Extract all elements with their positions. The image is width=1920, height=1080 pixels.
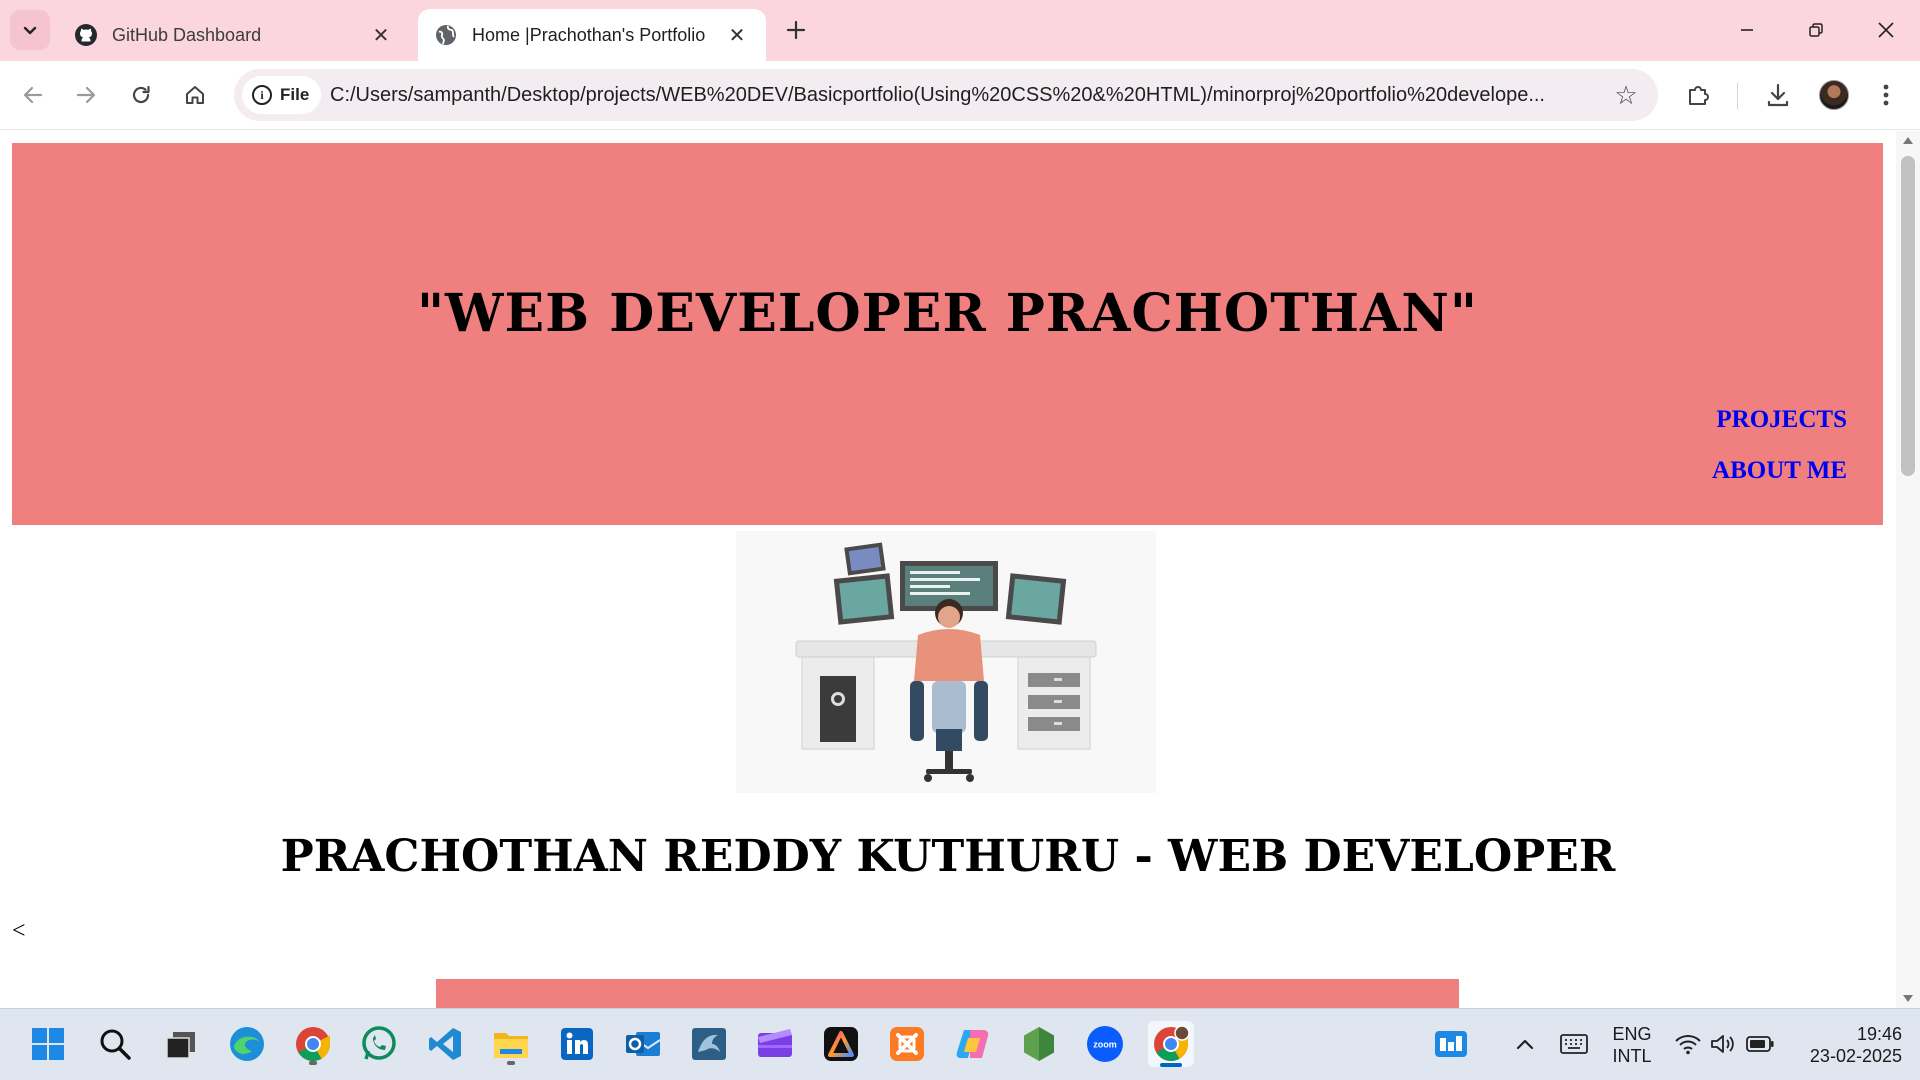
vscode-icon[interactable] <box>422 1021 468 1067</box>
arrow-right-icon <box>76 86 96 104</box>
extensions-button[interactable] <box>1677 73 1721 117</box>
nav-link-about-me[interactable]: ABOUT ME <box>1712 457 1847 485</box>
xampp-icon[interactable] <box>884 1021 930 1067</box>
chevron-down-icon <box>23 26 37 35</box>
bookmark-star-icon[interactable]: ☆ <box>1612 80 1640 110</box>
url-text[interactable]: C:/Users/sampanth/Desktop/projects/WEB%2… <box>330 69 1600 121</box>
page-viewport: "WEB DEVELOPER PRACHOTHAN" PROJECTS ABOU… <box>0 131 1896 1008</box>
windows-start-icon[interactable] <box>25 1021 71 1067</box>
tab-github-dashboard[interactable]: GitHub Dashboard ✕ <box>58 9 410 61</box>
restore-button[interactable] <box>1794 8 1838 52</box>
page-title: "WEB DEVELOPER PRACHOTHAN" <box>416 283 1479 344</box>
battery-icon[interactable] <box>1737 1021 1783 1067</box>
info-icon: i <box>252 85 272 105</box>
toolbar-divider <box>1737 83 1738 109</box>
browser-menu-button[interactable] <box>1864 73 1908 117</box>
copilot-icon[interactable] <box>950 1021 996 1067</box>
keyboard-icon[interactable] <box>1551 1021 1597 1067</box>
forward-button[interactable] <box>64 73 108 117</box>
windows-taskbar: zoom ENG INTL 19:46 23-02-2025 <box>0 1008 1920 1080</box>
outlook-icon[interactable] <box>620 1021 666 1067</box>
tab-search-button[interactable] <box>10 10 50 50</box>
globe-icon <box>434 23 458 47</box>
mysql-workbench-icon[interactable] <box>686 1021 732 1067</box>
scroll-up-icon[interactable] <box>1903 137 1913 144</box>
input-language-indicator[interactable]: ENG INTL <box>1606 1023 1658 1067</box>
back-button[interactable] <box>11 73 55 117</box>
zoom-label: zoom <box>1093 1040 1117 1050</box>
reload-button[interactable] <box>119 73 163 117</box>
system-clock[interactable]: 19:46 23-02-2025 <box>1790 1023 1902 1067</box>
search-icon[interactable] <box>92 1021 138 1067</box>
close-icon[interactable]: ✕ <box>724 22 750 48</box>
download-icon <box>1767 83 1789 107</box>
widgets-icon[interactable] <box>1428 1021 1474 1067</box>
keyboard-layout: INTL <box>1612 1046 1652 1066</box>
minimize-icon <box>1741 29 1753 31</box>
clipchamp-icon[interactable] <box>752 1021 798 1067</box>
stray-text: < <box>12 918 26 944</box>
reload-icon <box>132 85 150 104</box>
nav-link-projects[interactable]: PROJECTS <box>1716 406 1847 434</box>
nodejs-icon[interactable] <box>1016 1021 1062 1067</box>
tab-portfolio-home[interactable]: Home |Prachothan's Portfolio ✕ <box>418 9 766 61</box>
arrow-left-icon <box>23 86 43 104</box>
language-code: ENG <box>1612 1024 1652 1044</box>
plus-icon <box>786 20 806 40</box>
chrome-profile-icon[interactable] <box>1148 1021 1194 1067</box>
address-bar[interactable]: i File C:/Users/sampanth/Desktop/project… <box>234 69 1658 121</box>
home-icon <box>186 86 204 104</box>
scroll-down-icon[interactable] <box>1903 995 1913 1002</box>
new-tab-button[interactable] <box>780 14 812 46</box>
site-chip-label: File <box>280 85 310 104</box>
clock-time: 19:46 <box>1856 1024 1902 1044</box>
close-window-button[interactable] <box>1864 8 1908 52</box>
zoom-icon[interactable]: zoom <box>1082 1021 1128 1067</box>
edge-icon[interactable] <box>224 1021 270 1067</box>
chevron-up-icon[interactable] <box>1502 1021 1548 1067</box>
whatsapp-icon[interactable] <box>356 1021 402 1067</box>
task-view-icon[interactable] <box>158 1021 204 1067</box>
tab-title: Home |Prachothan's Portfolio <box>472 24 706 45</box>
developer-illustration <box>736 531 1156 793</box>
file-explorer-icon[interactable] <box>488 1021 534 1067</box>
more-vert-icon <box>1883 84 1889 106</box>
scrollbar-thumb[interactable] <box>1901 156 1915 476</box>
chrome-icon[interactable] <box>290 1021 336 1067</box>
running-indicator <box>309 1061 317 1065</box>
section-heading: PRACHOTHAN REDDY KUTHURU - WEB DEVELOPER <box>280 831 1616 882</box>
active-indicator <box>1160 1063 1182 1067</box>
minimize-button[interactable] <box>1725 8 1769 52</box>
adobe-express-icon[interactable] <box>818 1021 864 1067</box>
github-icon <box>74 23 98 47</box>
close-icon[interactable]: ✕ <box>368 22 394 48</box>
vertical-scrollbar[interactable] <box>1896 131 1920 1008</box>
clock-date: 23-02-2025 <box>1809 1046 1902 1066</box>
linkedin-icon[interactable] <box>554 1021 600 1067</box>
home-button[interactable] <box>173 73 217 117</box>
content-box <box>436 979 1459 1008</box>
tab-strip: GitHub Dashboard ✕ Home |Prachothan's Po… <box>0 0 1920 61</box>
close-icon <box>1878 22 1894 38</box>
restore-icon <box>1809 23 1823 37</box>
downloads-button[interactable] <box>1756 73 1800 117</box>
running-indicator <box>507 1061 515 1065</box>
site-info-chip[interactable]: i File <box>242 76 322 114</box>
tab-title: GitHub Dashboard <box>112 24 262 45</box>
puzzle-icon <box>1689 86 1709 105</box>
hero-header: "WEB DEVELOPER PRACHOTHAN" PROJECTS ABOU… <box>12 143 1883 525</box>
browser-toolbar: i File C:/Users/sampanth/Desktop/project… <box>0 61 1920 130</box>
profile-avatar[interactable] <box>1819 80 1849 110</box>
